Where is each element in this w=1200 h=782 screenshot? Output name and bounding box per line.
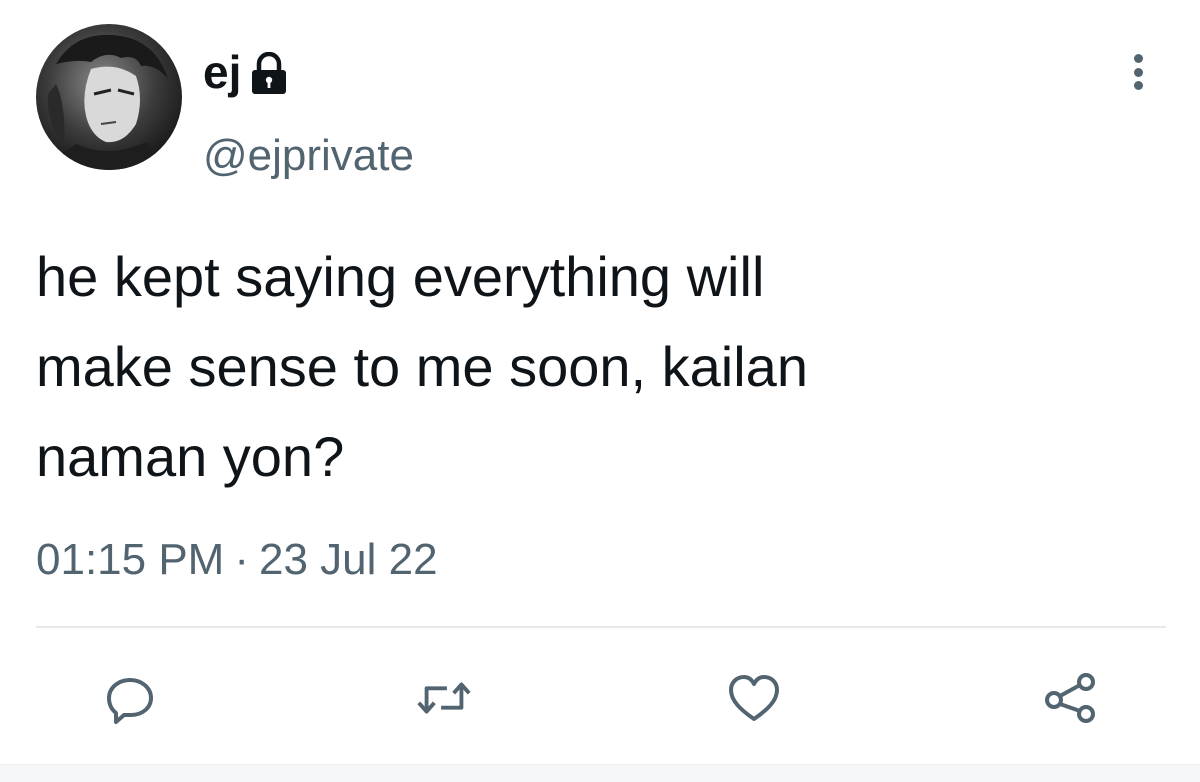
tweet-meta: 01:15 PM · 23 Jul 22 [36,532,438,588]
display-name[interactable]: ej [203,44,241,100]
action-bar [0,668,1200,728]
avatar[interactable] [36,24,182,170]
reply-button[interactable] [100,668,160,728]
heart-icon [729,675,779,721]
like-button[interactable] [724,668,784,728]
tweet-date[interactable]: 23 Jul 22 [259,535,438,584]
tweet-text: he kept saying everything will make sens… [36,245,808,488]
divider [36,626,1166,628]
tweet-time[interactable]: 01:15 PM [36,535,224,584]
share-icon [1045,673,1095,723]
retweet-button[interactable] [414,668,474,728]
name-row: ej [203,44,289,100]
bottom-border [0,764,1200,782]
retweet-icon [417,682,471,714]
user-handle[interactable]: @ejprivate [203,128,414,184]
reply-icon [107,678,153,724]
lock-icon [249,52,289,96]
more-options-icon[interactable] [1118,50,1158,94]
tweet-card: ej @ejprivate he kept saying everything … [0,0,1200,782]
share-button[interactable] [1040,668,1100,728]
meta-separator: · [234,535,249,584]
avatar-image [36,34,182,170]
